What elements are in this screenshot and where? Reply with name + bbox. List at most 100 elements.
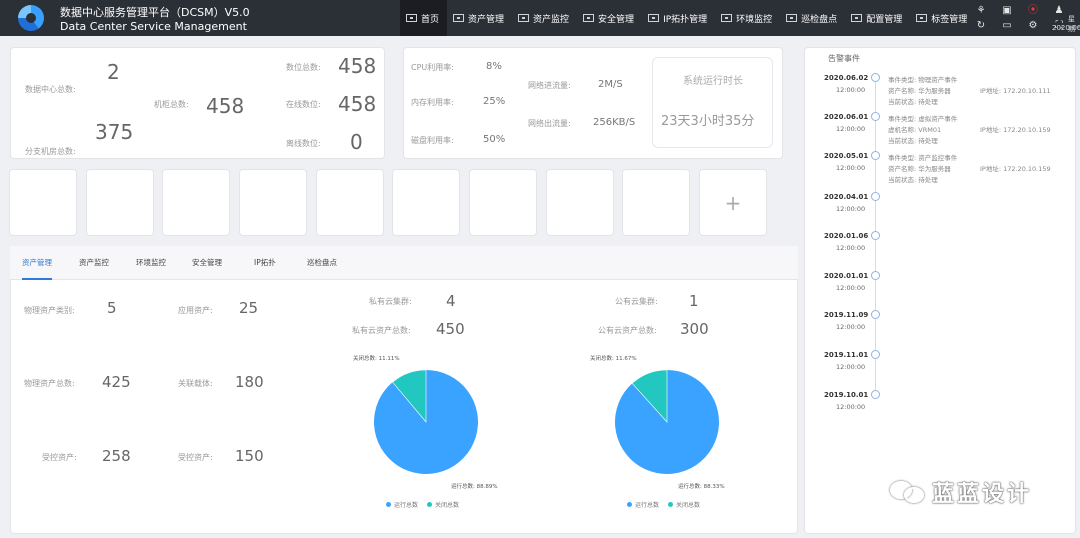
main-nav: 首页 资产管理 资产监控 安全管理 IP拓扑管理 环境监控 巡检盘点 配置管理 … (400, 0, 975, 36)
shortcut-card[interactable] (9, 169, 77, 236)
tab-environment[interactable]: 环境监控 (136, 246, 166, 280)
event-time: 12:00:00 (836, 125, 866, 133)
public-running-label: 运行总数: 88.33% (678, 484, 725, 490)
timeline-node-icon (871, 310, 880, 319)
shortcut-card[interactable] (622, 169, 690, 236)
disk-value: 50% (483, 134, 506, 145)
runtime-value: 23天3小时35分 (661, 114, 755, 129)
tab-ip-topology[interactable]: IP拓扑 (254, 246, 276, 280)
disk-label: 磁盘利用率: (411, 136, 454, 145)
runtime-title: 系统运行时长 (683, 76, 743, 87)
shortcut-card[interactable] (86, 169, 154, 236)
timeline-node-icon (871, 271, 880, 280)
event-detail: 资产名称: 华为服务器 (888, 87, 951, 95)
cpu-value: 8% (486, 61, 502, 72)
shortcut-card[interactable] (546, 169, 614, 236)
nav-home[interactable]: 首页 (400, 0, 448, 36)
monitor-icon (648, 14, 660, 22)
shortcut-card[interactable] (162, 169, 230, 236)
event-detail: 当前状态: 待处理 (888, 98, 938, 106)
event-time: 12:00:00 (836, 244, 866, 252)
network-icon[interactable]: ⚘ (968, 4, 994, 17)
event-time: 12:00:00 (836, 205, 866, 213)
branch-value: 375 (95, 120, 134, 144)
settings-icon[interactable]: ⚙ (1020, 19, 1046, 32)
event-detail: 当前状态: 待处理 (888, 137, 938, 145)
monitor-icon (851, 14, 863, 22)
timeline-node-icon (871, 231, 880, 240)
legend-running-dot (386, 502, 391, 507)
nav-tags[interactable]: 标签管理 (910, 0, 975, 36)
event-time: 12:00:00 (836, 284, 866, 292)
monitor-icon (786, 14, 798, 22)
event-date: 2020.06.01 (824, 113, 869, 121)
private-legend: 运行总数 关闭总数 (386, 500, 459, 509)
event-date: 2020.06.02 (824, 74, 869, 82)
date-text: 2020-06 (1052, 24, 1080, 32)
nav-asset-monitor[interactable]: 资产监控 (512, 0, 577, 36)
screen-icon[interactable]: ▣ (994, 4, 1020, 17)
physical-type-value: 5 (107, 299, 117, 317)
add-card-button[interactable]: + (699, 169, 767, 236)
controlled-label: 受控资产: (42, 453, 77, 462)
refresh-icon[interactable]: ↻ (968, 19, 994, 32)
carrier-value: 180 (235, 373, 264, 391)
wechat-icon (890, 479, 926, 505)
legend-closed-text: 关闭总数 (676, 502, 701, 509)
datacenter-label: 数据中心总数: (25, 85, 76, 94)
private-cluster-value: 4 (446, 292, 456, 310)
tab-security[interactable]: 安全管理 (192, 246, 222, 280)
watermark-text: 蓝蓝设计 (932, 482, 1033, 507)
legend-closed-dot (668, 502, 674, 507)
shortcut-card[interactable] (316, 169, 384, 236)
nav-inspection[interactable]: 巡检盘点 (780, 0, 845, 36)
asset-tabs: 资产管理 资产监控 环境监控 安全管理 IP拓扑 巡检盘点 (10, 246, 798, 280)
event-date: 2020.05.01 (824, 152, 869, 160)
window-icon[interactable]: ▭ (994, 19, 1020, 32)
shortcut-card[interactable] (239, 169, 307, 236)
tab-asset-management[interactable]: 资产管理 (22, 246, 52, 280)
event-detail: 事件类型: 资产监控事件 (888, 154, 958, 162)
physical-type-label: 物理资产类别: (24, 306, 75, 315)
legend-running-text: 运行总数 (394, 502, 419, 509)
private-closed-label: 关闭总数: 11.11% (353, 356, 400, 362)
legend-running-dot (627, 502, 632, 507)
monitor-icon (453, 14, 465, 22)
app-title: 数据中心服务管理平台（DCSM）V5.0 (60, 6, 250, 19)
mem-label: 内存利用率: (411, 98, 454, 107)
tab-asset-monitor[interactable]: 资产监控 (79, 246, 109, 280)
legend-running-text: 运行总数 (635, 502, 660, 509)
nav-ip-topology[interactable]: IP拓扑管理 (642, 0, 715, 36)
nav-security[interactable]: 安全管理 (577, 0, 642, 36)
timeline-node-icon (871, 390, 880, 399)
event-detail: 事件类型: 虚拟资产事件 (888, 115, 958, 123)
mem-value: 25% (483, 96, 506, 107)
timeline-node-icon (871, 73, 880, 82)
monitor-icon (916, 14, 928, 22)
record-icon[interactable]: ⦿ (1020, 4, 1046, 17)
monitor-icon (583, 14, 595, 22)
cabinet-value: 458 (206, 94, 245, 118)
nav-asset-management[interactable]: 资产管理 (447, 0, 512, 36)
public-legend: 运行总数 关闭总数 (627, 500, 700, 509)
private-total-label: 私有云资产总数: (352, 326, 411, 335)
timeline-node-icon (871, 192, 880, 201)
event-date: 2020.04.01 (824, 193, 869, 201)
controlled-label-2: 受控资产: (178, 453, 213, 462)
cpu-label: CPU利用率: (411, 63, 454, 72)
monitor-icon (406, 14, 417, 22)
monitor-icon (518, 14, 530, 22)
nav-environment[interactable]: 环境监控 (715, 0, 780, 36)
shortcut-card[interactable] (469, 169, 537, 236)
offline-label: 离线数位: (286, 139, 321, 148)
shortcut-card[interactable] (392, 169, 460, 236)
datacenter-value: 2 (107, 60, 120, 84)
branch-label: 分支机房总数: (25, 147, 76, 156)
event-date: 2020.01.06 (824, 232, 869, 240)
event-detail: 虚机名称: VRM01 (888, 126, 942, 134)
public-closed-label: 关闭总数: 11.67% (590, 356, 637, 362)
nav-config[interactable]: 配置管理 (845, 0, 910, 36)
event-detail: 资产名称: 华为服务器 (888, 165, 951, 173)
online-label: 在线数位: (286, 100, 321, 109)
tab-inspection[interactable]: 巡检盘点 (307, 246, 337, 280)
